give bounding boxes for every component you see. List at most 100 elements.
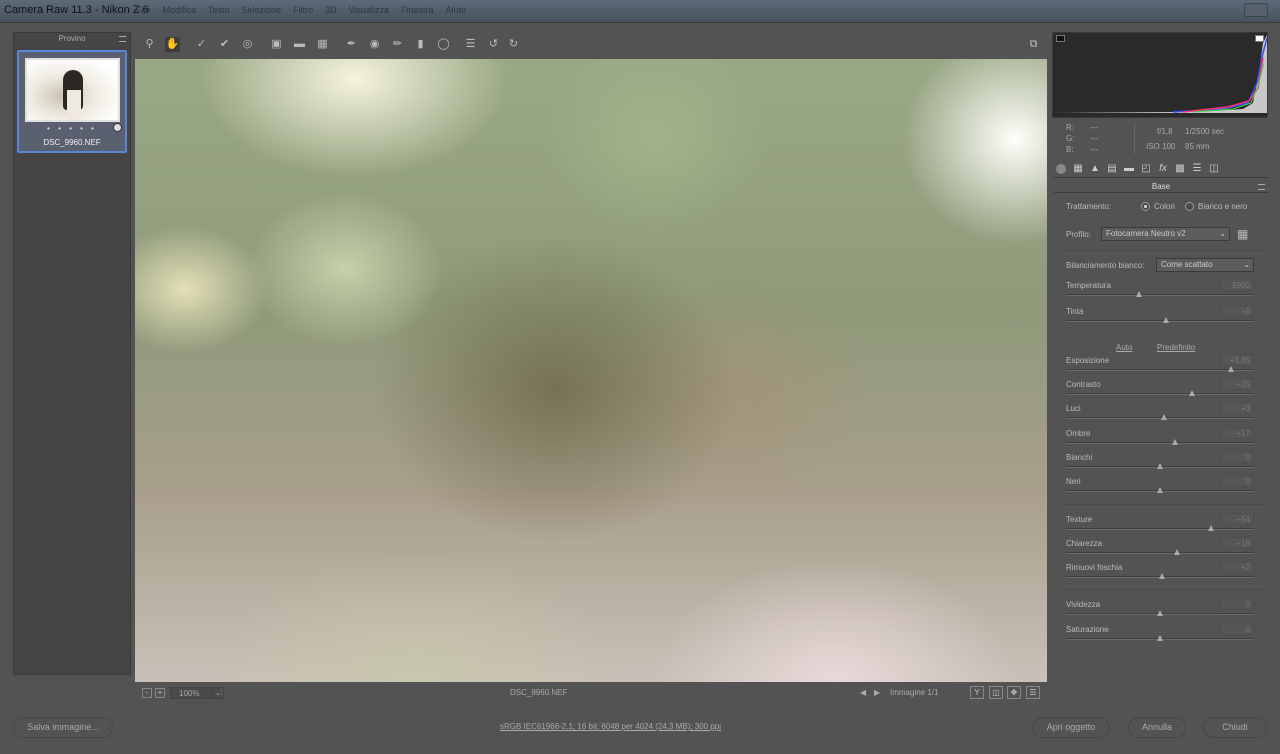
swap-before-after-button[interactable]: ◫ (989, 686, 1003, 699)
menu-item[interactable]: Aiuto (445, 5, 466, 15)
save-image-button[interactable]: Salva immagine... (13, 717, 113, 738)
filmstrip-menu-icon[interactable] (119, 36, 126, 42)
camera-calibration-tab-icon[interactable]: ▩ (1174, 163, 1186, 175)
temperatura-slider-thumb[interactable] (1136, 291, 1143, 297)
before-after-view-button[interactable]: Y (970, 686, 984, 699)
zoom-dropdown-icon[interactable]: ⌄ (212, 687, 224, 699)
cancel-button[interactable]: Annulla (1128, 717, 1186, 738)
highlight-clip-icon[interactable] (1255, 35, 1264, 42)
panel-menu-icon[interactable] (1258, 184, 1265, 190)
done-button[interactable]: Chiudi (1203, 717, 1267, 738)
next-image-icon[interactable]: ▶ (874, 688, 880, 697)
rimuovi-foschia-value-field[interactable]: +2 (1220, 561, 1254, 573)
menu-item[interactable]: Testo (208, 5, 230, 15)
copy-settings-button[interactable]: ✥ (1007, 686, 1021, 699)
menu-item[interactable]: Selezione (242, 5, 282, 15)
radial-filter-icon[interactable]: ◯ (436, 37, 451, 52)
crop-icon[interactable]: ▣ (269, 37, 284, 52)
ombre-slider-thumb[interactable] (1172, 439, 1179, 445)
open-object-button[interactable]: Apri oggetto (1032, 717, 1110, 738)
tinta-slider-track[interactable] (1066, 320, 1254, 322)
color-sampler-icon[interactable]: ✔ (217, 37, 232, 52)
ombre-value-field[interactable]: +17 (1220, 427, 1254, 439)
texture-slider-track[interactable] (1066, 528, 1254, 530)
menu-item[interactable]: Modifica (163, 5, 197, 15)
chiarezza-value-field[interactable]: +18 (1220, 537, 1254, 549)
saturazione-slider-thumb[interactable] (1157, 635, 1163, 641)
adjustment-brush-icon[interactable]: ✏ (390, 37, 405, 52)
spot-removal-icon[interactable]: ✒ (344, 37, 359, 52)
transform-icon[interactable]: ▦ (315, 37, 330, 52)
graduated-filter-icon[interactable]: ▮ (413, 37, 428, 52)
presets-tab-icon[interactable]: ☰ (1191, 163, 1203, 175)
r-label: R: (1066, 123, 1074, 132)
bianchi-value-field[interactable]: 0 (1220, 451, 1254, 463)
rotate-cw-icon[interactable]: ↻ (506, 37, 521, 52)
straighten-icon[interactable]: ▬ (292, 37, 307, 52)
tinta-value-field[interactable]: +6 (1220, 305, 1254, 317)
chiarezza-slider-thumb[interactable] (1173, 549, 1180, 555)
luci-value-field[interactable]: +3 (1220, 402, 1254, 414)
ombre-slider-track[interactable] (1066, 442, 1254, 444)
rating-stars[interactable]: • • • • • (19, 124, 125, 133)
auto-link[interactable]: Auto (1116, 343, 1132, 352)
basic-tab-icon[interactable] (1056, 164, 1066, 174)
workflow-options-link[interactable]: sRGB IEC61966-2.1; 16 bit; 6048 per 4024… (500, 722, 721, 731)
vividezza-slider-thumb[interactable] (1157, 610, 1163, 616)
white-balance-icon[interactable]: ✓ (194, 37, 209, 52)
white-balance-select[interactable]: Come scattato ⌄ (1156, 258, 1254, 272)
neri-slider-thumb[interactable] (1157, 487, 1163, 493)
chiarezza-slider-track[interactable] (1066, 552, 1254, 554)
menu-item[interactable]: File (136, 5, 151, 15)
zoom-out-button[interactable]: - (142, 688, 152, 698)
preferences-icon[interactable]: ☰ (463, 37, 478, 52)
toggle-settings-button[interactable]: ☰ (1026, 686, 1040, 699)
texture-value-field[interactable]: +54 (1220, 513, 1254, 525)
esposizione-label: Esposizione (1066, 356, 1110, 365)
effects-tab-icon[interactable]: fx (1157, 163, 1169, 175)
menu-item[interactable]: Filtro (293, 5, 313, 15)
saturazione-value-field[interactable]: 0 (1220, 623, 1254, 635)
neri-value-field[interactable]: 0 (1220, 475, 1254, 487)
hand-icon[interactable]: ✋ (165, 37, 180, 52)
tone-curve-tab-icon[interactable]: ▦ (1072, 163, 1084, 175)
lens-corrections-tab-icon[interactable]: ◰ (1140, 163, 1152, 175)
contrasto-value-field[interactable]: +35 (1220, 378, 1254, 390)
prev-image-icon[interactable]: ◀ (860, 688, 866, 697)
menu-item[interactable]: Visualizza (349, 5, 389, 15)
menu-item[interactable]: Finestra (401, 5, 434, 15)
profile-select[interactable]: Fotocamera Neutro v2 ⌄ (1101, 227, 1230, 241)
target-adjust-icon[interactable]: ◎ (240, 37, 255, 52)
profile-browser-icon[interactable]: ▦ (1237, 227, 1253, 241)
temperatura-value-field[interactable]: 5900 (1220, 279, 1254, 291)
esposizione-slider-thumb[interactable] (1228, 366, 1235, 372)
shadow-clip-icon[interactable] (1056, 35, 1065, 42)
rotate-ccw-icon[interactable]: ↺ (486, 37, 501, 52)
texture-slider-thumb[interactable] (1207, 525, 1214, 531)
bianchi-slider-thumb[interactable] (1157, 463, 1163, 469)
detail-tab-icon[interactable]: ▲ (1089, 163, 1101, 175)
red-eye-icon[interactable]: ◉ (367, 37, 382, 52)
tinta-slider-thumb[interactable] (1162, 317, 1169, 323)
temperatura-slider-track[interactable] (1066, 294, 1254, 296)
zoom-in-button[interactable]: + (155, 688, 165, 698)
menu-item[interactable]: 3D (325, 5, 337, 15)
fullscreen-icon[interactable]: ⧉ (1026, 37, 1041, 52)
snapshots-tab-icon[interactable]: ◫ (1208, 163, 1220, 175)
color-radio[interactable] (1141, 202, 1150, 211)
vividezza-value-field[interactable]: 0 (1220, 598, 1254, 610)
black-white-radio[interactable] (1185, 202, 1194, 211)
esposizione-value-field[interactable]: +3,85 (1220, 354, 1254, 366)
close-window-button[interactable] (1244, 3, 1268, 17)
luci-slider-thumb[interactable] (1160, 414, 1167, 420)
hsl-tab-icon[interactable]: ▤ (1106, 163, 1118, 175)
esposizione-slider-track[interactable] (1066, 369, 1254, 371)
contrasto-slider-thumb[interactable] (1188, 390, 1195, 396)
thumbnail-item[interactable]: • • • • • DSC_9960.NEF (17, 50, 127, 153)
zoom-icon[interactable]: ⚲ (142, 37, 157, 52)
contrasto-slider-track[interactable] (1066, 393, 1254, 395)
image-preview[interactable] (135, 59, 1047, 682)
default-link[interactable]: Predefinito (1157, 343, 1195, 352)
split-toning-tab-icon[interactable]: ▬ (1123, 163, 1135, 175)
rimuovi-foschia-slider-thumb[interactable] (1158, 573, 1165, 579)
